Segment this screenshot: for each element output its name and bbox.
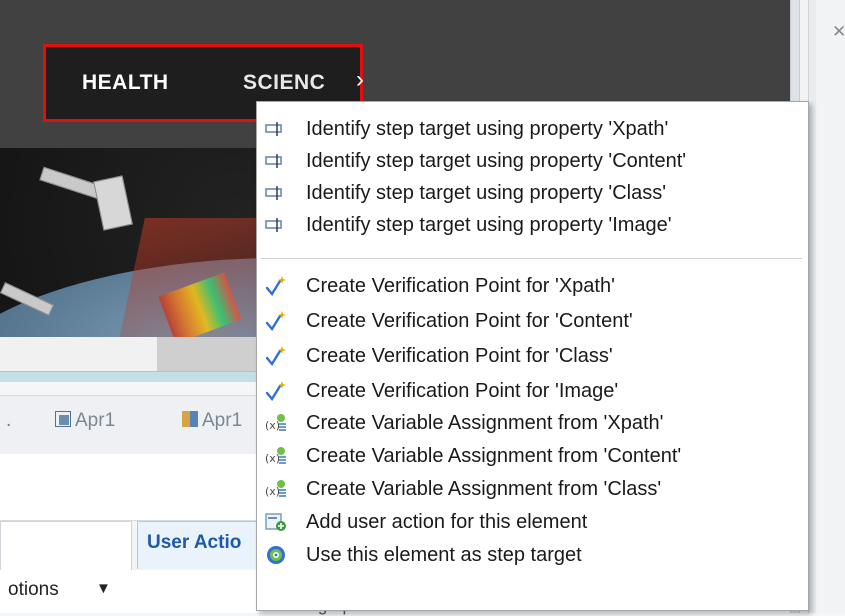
tab-user-actions[interactable]: User Actio — [137, 521, 267, 569]
menu-item-vp-xpath[interactable]: Create Verification Point for 'Xpath' — [257, 269, 808, 303]
menu-item-label: Create Variable Assignment from 'Xpath' — [306, 411, 664, 434]
variable-assignment-icon: (x) — [265, 445, 287, 467]
tab-label: Apr1 — [202, 410, 243, 431]
menu-item-identify-xpath[interactable]: Identify step target using property 'Xpa… — [257, 112, 808, 146]
close-icon[interactable]: ✕ — [832, 22, 845, 42]
menu-item-var-class[interactable]: (x) Create Variable Assignment from 'Cla… — [257, 472, 808, 506]
menu-item-identify-class[interactable]: Identify step target using property 'Cla… — [257, 176, 808, 210]
verification-point-icon — [265, 380, 287, 402]
menu-item-add-user-action[interactable]: Add user action for this element — [257, 505, 808, 539]
variable-assignment-icon: (x) — [265, 412, 287, 434]
chevron-right-icon[interactable]: › — [356, 66, 364, 94]
menu-item-label: Add user action for this element — [306, 510, 588, 533]
vertical-scrollbar[interactable] — [808, 0, 816, 613]
nav-item-health[interactable]: HEALTH — [82, 71, 169, 95]
menu-item-label: Create Verification Point for 'Xpath' — [306, 274, 615, 297]
test-case-icon — [55, 411, 71, 427]
menu-item-label: Identify step target using property 'Xpa… — [306, 117, 669, 140]
identify-target-icon — [265, 118, 287, 140]
menu-item-label: Create Variable Assignment from 'Class' — [306, 477, 662, 500]
svg-text:(x): (x) — [265, 485, 280, 498]
tab-blank[interactable] — [0, 521, 132, 570]
menu-item-label: Create Variable Assignment from 'Content… — [306, 444, 682, 467]
tab-apr1-testcase[interactable]: Apr1 — [55, 410, 115, 432]
menu-separator — [261, 258, 802, 259]
menu-item-vp-image[interactable]: Create Verification Point for 'Image' — [257, 374, 808, 408]
svg-text:(x): (x) — [265, 452, 280, 465]
menu-item-label: Create Verification Point for 'Content' — [306, 309, 633, 332]
menu-item-var-content[interactable]: (x) Create Variable Assignment from 'Con… — [257, 439, 808, 473]
identify-target-icon — [265, 150, 287, 172]
menu-item-use-as-step-target[interactable]: Use this element as step target — [257, 538, 808, 572]
tab-fragment[interactable]: . — [6, 410, 11, 432]
menu-item-var-xpath[interactable]: (x) Create Variable Assignment from 'Xpa… — [257, 406, 808, 440]
menu-item-label: Identify step target using property 'Cla… — [306, 181, 667, 204]
caret-down-icon[interactable]: ▼ — [96, 580, 111, 597]
horizontal-scrollbar-thumb[interactable] — [157, 337, 257, 371]
variable-assignment-icon: (x) — [265, 478, 287, 500]
step-target-icon — [265, 544, 287, 566]
add-user-action-icon — [265, 511, 287, 533]
verification-point-icon — [265, 275, 287, 297]
tab-apr1-report[interactable]: Apr1 — [182, 410, 242, 432]
menu-item-label: Create Verification Point for 'Image' — [306, 379, 619, 402]
options-dropdown-label[interactable]: otions — [8, 579, 59, 601]
menu-item-label: Create Verification Point for 'Class' — [306, 344, 613, 367]
menu-item-vp-content[interactable]: Create Verification Point for 'Content' — [257, 304, 808, 338]
context-menu: Identify step target using property 'Xpa… — [256, 101, 809, 611]
menu-item-identify-content[interactable]: Identify step target using property 'Con… — [257, 144, 808, 178]
menu-item-label: Use this element as step target — [306, 543, 582, 566]
menu-item-identify-image[interactable]: Identify step target using property 'Ima… — [257, 208, 808, 242]
satellite-body — [93, 175, 133, 231]
verification-point-icon — [265, 345, 287, 367]
menu-item-label: Identify step target using property 'Ima… — [306, 213, 672, 236]
identify-target-icon — [265, 182, 287, 204]
identify-target-icon — [265, 214, 287, 236]
svg-text:(x): (x) — [265, 419, 280, 432]
menu-item-label: Identify step target using property 'Con… — [306, 149, 687, 172]
verification-point-icon — [265, 310, 287, 332]
nav-item-science[interactable]: SCIENC — [243, 71, 325, 95]
tab-label: Apr1 — [75, 410, 116, 431]
menu-item-vp-class[interactable]: Create Verification Point for 'Class' — [257, 339, 808, 373]
report-icon — [182, 411, 198, 427]
